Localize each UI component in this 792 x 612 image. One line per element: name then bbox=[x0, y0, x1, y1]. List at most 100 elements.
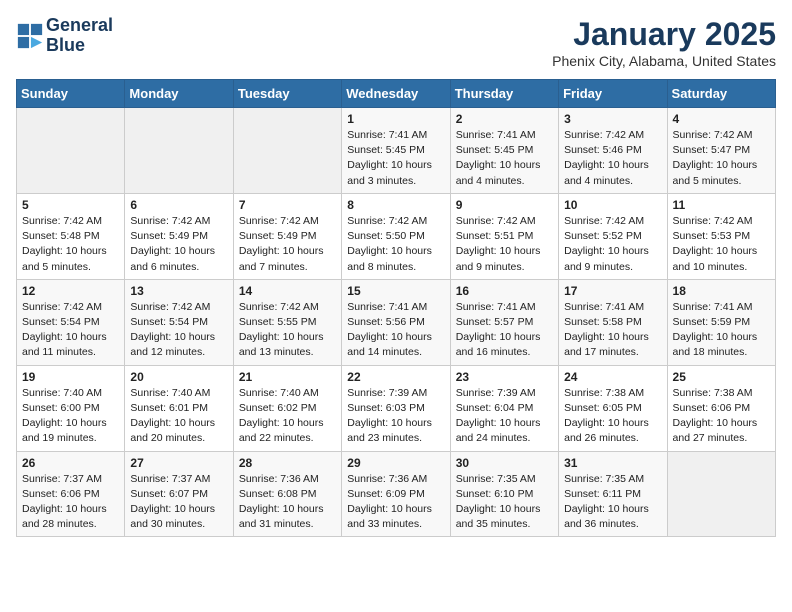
daylight-text: Daylight: 10 hours and 9 minutes. bbox=[564, 245, 649, 272]
calendar-cell bbox=[125, 108, 233, 194]
day-number: 31 bbox=[564, 456, 661, 470]
calendar-cell: 28Sunrise: 7:36 AMSunset: 6:08 PMDayligh… bbox=[233, 451, 341, 537]
day-number: 9 bbox=[456, 198, 553, 212]
day-info: Sunrise: 7:37 AMSunset: 6:06 PMDaylight:… bbox=[22, 472, 119, 533]
day-number: 27 bbox=[130, 456, 227, 470]
sunrise-text: Sunrise: 7:41 AM bbox=[564, 301, 644, 313]
sunrise-text: Sunrise: 7:41 AM bbox=[456, 301, 536, 313]
day-info: Sunrise: 7:42 AMSunset: 5:47 PMDaylight:… bbox=[673, 128, 770, 189]
day-info: Sunrise: 7:42 AMSunset: 5:49 PMDaylight:… bbox=[130, 214, 227, 275]
day-info: Sunrise: 7:41 AMSunset: 5:59 PMDaylight:… bbox=[673, 300, 770, 361]
daylight-text: Daylight: 10 hours and 26 minutes. bbox=[564, 417, 649, 444]
weekday-header-thursday: Thursday bbox=[450, 80, 558, 108]
sunset-text: Sunset: 5:56 PM bbox=[347, 316, 425, 328]
sunset-text: Sunset: 6:02 PM bbox=[239, 402, 317, 414]
sunrise-text: Sunrise: 7:42 AM bbox=[239, 215, 319, 227]
day-number: 30 bbox=[456, 456, 553, 470]
day-info: Sunrise: 7:42 AMSunset: 5:49 PMDaylight:… bbox=[239, 214, 336, 275]
day-number: 3 bbox=[564, 112, 661, 126]
daylight-text: Daylight: 10 hours and 3 minutes. bbox=[347, 159, 432, 186]
day-info: Sunrise: 7:35 AMSunset: 6:10 PMDaylight:… bbox=[456, 472, 553, 533]
title-block: January 2025 Phenix City, Alabama, Unite… bbox=[552, 16, 776, 69]
calendar-cell: 22Sunrise: 7:39 AMSunset: 6:03 PMDayligh… bbox=[342, 365, 450, 451]
day-number: 20 bbox=[130, 370, 227, 384]
daylight-text: Daylight: 10 hours and 28 minutes. bbox=[22, 503, 107, 530]
daylight-text: Daylight: 10 hours and 16 minutes. bbox=[456, 331, 541, 358]
sunset-text: Sunset: 5:48 PM bbox=[22, 230, 100, 242]
day-info: Sunrise: 7:42 AMSunset: 5:51 PMDaylight:… bbox=[456, 214, 553, 275]
calendar-cell: 5Sunrise: 7:42 AMSunset: 5:48 PMDaylight… bbox=[17, 193, 125, 279]
sunrise-text: Sunrise: 7:42 AM bbox=[347, 215, 427, 227]
month-title: January 2025 bbox=[552, 16, 776, 53]
daylight-text: Daylight: 10 hours and 6 minutes. bbox=[130, 245, 215, 272]
day-number: 18 bbox=[673, 284, 770, 298]
calendar-cell: 6Sunrise: 7:42 AMSunset: 5:49 PMDaylight… bbox=[125, 193, 233, 279]
day-info: Sunrise: 7:42 AMSunset: 5:46 PMDaylight:… bbox=[564, 128, 661, 189]
weekday-header-tuesday: Tuesday bbox=[233, 80, 341, 108]
sunset-text: Sunset: 6:10 PM bbox=[456, 488, 534, 500]
day-number: 1 bbox=[347, 112, 444, 126]
sunset-text: Sunset: 6:06 PM bbox=[22, 488, 100, 500]
day-info: Sunrise: 7:40 AMSunset: 6:00 PMDaylight:… bbox=[22, 386, 119, 447]
day-number: 10 bbox=[564, 198, 661, 212]
calendar-cell: 4Sunrise: 7:42 AMSunset: 5:47 PMDaylight… bbox=[667, 108, 775, 194]
sunset-text: Sunset: 5:55 PM bbox=[239, 316, 317, 328]
calendar-cell: 13Sunrise: 7:42 AMSunset: 5:54 PMDayligh… bbox=[125, 279, 233, 365]
sunrise-text: Sunrise: 7:40 AM bbox=[130, 387, 210, 399]
week-row-1: 1 Sunrise: 7:41 AMSunset: 5:45 PMDaylight… bbox=[17, 108, 776, 194]
calendar-cell: 10 Sunrise: 7:42 AMSunset: 5:52 PMDayligh… bbox=[559, 193, 667, 279]
sunset-text: Sunset: 5:52 PM bbox=[564, 230, 642, 242]
calendar-cell: 14Sunrise: 7:42 AMSunset: 5:55 PMDayligh… bbox=[233, 279, 341, 365]
sunset-text: Sunset: 5:47 PM bbox=[673, 144, 751, 156]
calendar-cell: 1Sunrise: 7:41 AMSunset: 5:45 PMDaylight… bbox=[342, 108, 450, 194]
daylight-text: Daylight: 10 hours and 17 minutes. bbox=[564, 331, 649, 358]
sunset-text: Sunset: 5:50 PM bbox=[347, 230, 425, 242]
sunset-text: Sunset: 6:08 PM bbox=[239, 488, 317, 500]
sunset-text: Sunset: 6:06 PM bbox=[673, 402, 751, 414]
sunrise-text: Sunrise: 7:35 AM bbox=[564, 473, 644, 485]
sunrise-text: Sunrise: 7:35 AM bbox=[456, 473, 536, 485]
day-number: 19 bbox=[22, 370, 119, 384]
logo-line1: General bbox=[46, 16, 113, 36]
sunrise-text: Sunrise: 7:42 AM bbox=[456, 215, 536, 227]
sunrise-text: Sunrise: 7:36 AM bbox=[347, 473, 427, 485]
daylight-text: Daylight: 10 hours and 8 minutes. bbox=[347, 245, 432, 272]
day-info: Sunrise: 7:41 AMSunset: 5:58 PMDaylight:… bbox=[564, 300, 661, 361]
calendar-cell: 25Sunrise: 7:38 AMSunset: 6:06 PMDayligh… bbox=[667, 365, 775, 451]
daylight-text: Daylight: 10 hours and 5 minutes. bbox=[22, 245, 107, 272]
daylight-text: Daylight: 10 hours and 30 minutes. bbox=[130, 503, 215, 530]
daylight-text: Daylight: 10 hours and 20 minutes. bbox=[130, 417, 215, 444]
day-info: Sunrise: 7:42 AMSunset: 5:52 PMDaylight:… bbox=[564, 214, 661, 275]
day-number: 16 bbox=[456, 284, 553, 298]
sunrise-text: Sunrise: 7:41 AM bbox=[673, 301, 753, 313]
day-info: Sunrise: 7:40 AM Sunset: 6:02 PM Daylight:… bbox=[239, 386, 336, 447]
sunrise-text: Sunrise: 7:42 AM bbox=[239, 301, 319, 313]
sunrise-text: Sunrise: 7:39 AM bbox=[456, 387, 536, 399]
calendar-cell: 8Sunrise: 7:42 AMSunset: 5:50 PMDaylight… bbox=[342, 193, 450, 279]
day-number: 2 bbox=[456, 112, 553, 126]
logo: General Blue bbox=[16, 16, 113, 56]
day-info: Sunrise: 7:41 AMSunset: 5:45 PMDaylight:… bbox=[456, 128, 553, 189]
sunrise-text: Sunrise: 7:40 AM bbox=[239, 387, 319, 399]
sunset-text: Sunset: 5:57 PM bbox=[456, 316, 534, 328]
weekday-header-row: SundayMondayTuesdayWednesdayThursdayFrid… bbox=[17, 80, 776, 108]
sunset-text: Sunset: 6:01 PM bbox=[130, 402, 208, 414]
calendar-cell: 24Sunrise: 7:38 AMSunset: 6:05 PMDayligh… bbox=[559, 365, 667, 451]
sunset-text: Sunset: 5:49 PM bbox=[130, 230, 208, 242]
daylight-text: Daylight: 10 hours and 22 minutes. bbox=[239, 417, 324, 444]
weekday-header-sunday: Sunday bbox=[17, 80, 125, 108]
logo-line2: Blue bbox=[46, 36, 113, 56]
calendar-cell bbox=[233, 108, 341, 194]
day-number: 7 bbox=[239, 198, 336, 212]
calendar-cell: 7 Sunrise: 7:42 AMSunset: 5:49 PMDaylight… bbox=[233, 193, 341, 279]
day-number: 5 bbox=[22, 198, 119, 212]
sunset-text: Sunset: 6:11 PM bbox=[564, 488, 641, 500]
day-info: Sunrise: 7:42 AM Sunset: 5:50 PM Daylight:… bbox=[347, 214, 444, 275]
sunrise-text: Sunrise: 7:38 AM bbox=[564, 387, 644, 399]
day-info: Sunrise: 7:42 AMSunset: 5:55 PMDaylight:… bbox=[239, 300, 336, 361]
daylight-text: Daylight: 10 hours and 4 minutes. bbox=[564, 159, 649, 186]
week-row-5: 26Sunrise: 7:37 AMSunset: 6:06 PMDayligh… bbox=[17, 451, 776, 537]
day-info: Sunrise: 7:42 AMSunset: 5:54 PMDaylight:… bbox=[130, 300, 227, 361]
calendar-cell: 15Sunrise: 7:41 AMSunset: 5:56 PMDayligh… bbox=[342, 279, 450, 365]
day-number: 29 bbox=[347, 456, 444, 470]
